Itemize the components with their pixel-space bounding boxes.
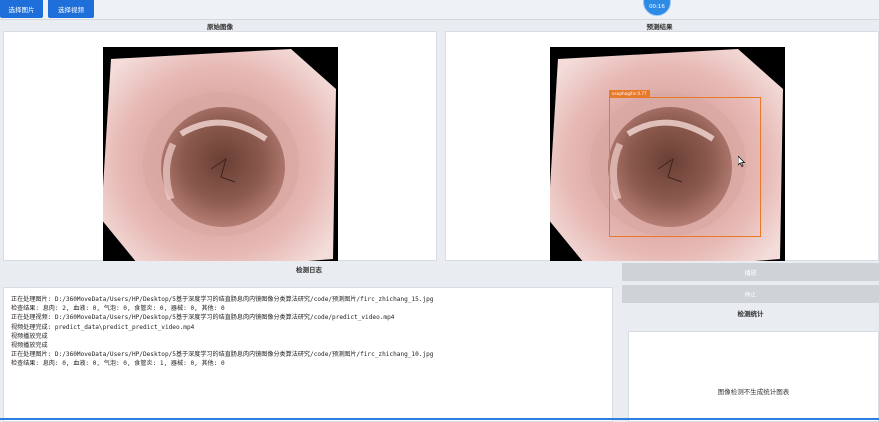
log-line: 检查结果: 息肉: 2, 血液: 0, 气泡: 0, 食管炎: 0, 器械: 0… xyxy=(11,305,225,313)
play-button[interactable]: 播放 xyxy=(622,263,879,281)
result-panel-title: 预测结果 xyxy=(646,23,673,31)
mouse-cursor-icon xyxy=(738,156,746,167)
log-line: 视频播放完成 xyxy=(11,342,48,350)
detection-box: esophagitis 0.77 xyxy=(609,90,761,237)
log-line: 检查结果: 息肉: 0, 血液: 0, 气泡: 0, 食管炎: 1, 器械: 0… xyxy=(11,360,225,368)
original-panel-title: 原始图像 xyxy=(207,23,233,31)
bottom-accent-bar xyxy=(0,418,879,420)
log-line: 正在处理视频: D:/360MoveData/Users/HP/Desktop/… xyxy=(11,314,395,322)
log-line: 视频处理完成: predict_data\predict_predict_vid… xyxy=(11,323,195,331)
stats-title: 检测统计 xyxy=(737,310,764,318)
log-panel[interactable]: 正在处理图片: D:/360MoveData/Users/HP/Desktop/… xyxy=(3,287,613,422)
detection-label: esophagitis 0.77 xyxy=(609,90,650,98)
original-image xyxy=(103,47,338,261)
select-video-button[interactable]: 选择视频 xyxy=(48,0,94,18)
result-image: esophagitis 0.77 xyxy=(550,47,785,261)
stats-panel: 图像检测不生成统计图表 xyxy=(628,331,879,422)
select-image-button[interactable]: 选择图片 xyxy=(0,0,43,18)
stats-message: 图像检测不生成统计图表 xyxy=(717,388,790,396)
log-line: 正在处理图片: D:/360MoveData/Users/HP/Desktop/… xyxy=(11,296,434,303)
log-line: 视频播放完成 xyxy=(11,332,48,340)
stop-button[interactable]: 停止 xyxy=(622,285,879,303)
endoscopy-image xyxy=(103,49,336,261)
log-panel-title: 检测日志 xyxy=(296,266,322,274)
log-line: 正在处理图片: D:/360MoveData/Users/HP/Desktop/… xyxy=(11,351,434,359)
top-toolbar xyxy=(0,0,879,20)
timer-text: 00:16 xyxy=(649,4,665,10)
